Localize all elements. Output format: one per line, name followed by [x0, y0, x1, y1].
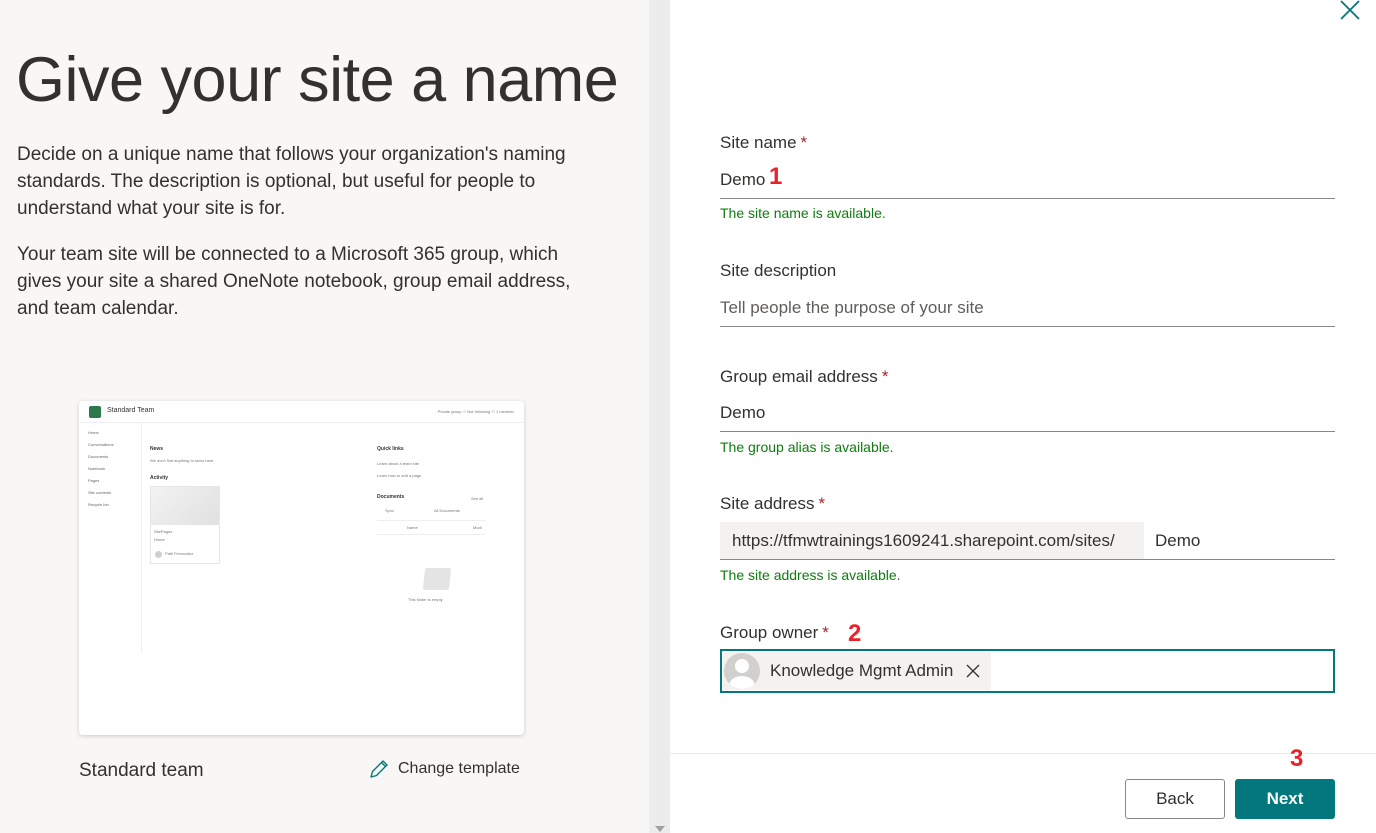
group-email-label: Group email address *	[720, 367, 888, 387]
preview-nav-item: Pages	[88, 478, 100, 483]
preview-news-empty: We don't find anything to show here.	[150, 458, 215, 463]
group-email-label-text: Group email address	[720, 367, 878, 386]
preview-nav-item: Home	[88, 430, 99, 435]
preview-site-logo	[89, 406, 101, 418]
back-button[interactable]: Back	[1125, 779, 1225, 819]
site-address-status: The site address is available.	[720, 567, 901, 583]
preview-nav-item: Conversations	[88, 442, 114, 447]
template-name: Standard team	[79, 760, 204, 781]
preview-empty-folder-text: This folder is empty	[408, 597, 443, 602]
preview-divider	[141, 423, 142, 653]
change-template-label: Change template	[398, 760, 520, 777]
required-asterisk: *	[818, 494, 826, 513]
preview-nav-item: Site contents	[88, 490, 112, 495]
scroll-down-arrow-icon[interactable]	[655, 826, 665, 832]
required-asterisk: *	[822, 623, 829, 642]
change-template-button[interactable]: Change template	[368, 758, 520, 780]
description-paragraph-1: Decide on a unique name that follows you…	[17, 144, 566, 219]
description-paragraph-2: Your team site will be connected to a Mi…	[17, 244, 571, 319]
site-name-label-text: Site name	[720, 133, 797, 152]
site-description-input[interactable]: Tell people the purpose of your site	[720, 289, 1335, 327]
next-button[interactable]: Next	[1235, 779, 1335, 819]
preview-separator	[377, 520, 485, 521]
preview-header-meta: Private group ☆ Not following ⚇ 1 member	[437, 409, 514, 414]
info-panel: Give your site a name Decide on a unique…	[0, 0, 649, 833]
footer-divider	[670, 753, 1376, 754]
site-name-value: Demo	[720, 170, 766, 189]
preview-header: Standard Team Private group ☆ Not follow…	[79, 401, 524, 423]
preview-card-image	[151, 487, 219, 525]
group-owner-picker[interactable]: Knowledge Mgmt Admin	[720, 649, 1335, 693]
site-address-label: Site address *	[720, 494, 825, 514]
site-address-value: Demo	[1155, 531, 1201, 550]
group-owner-label: Group owner *	[720, 623, 829, 643]
preview-col-name: Name	[407, 525, 418, 530]
preview-quick-link: Learn about a team site	[377, 461, 420, 466]
required-asterisk: *	[881, 367, 889, 386]
owner-name: Knowledge Mgmt Admin	[770, 661, 954, 680]
page-title: Give your site a name	[16, 45, 619, 115]
site-address-label-text: Site address	[720, 494, 815, 513]
close-icon[interactable]	[1338, 0, 1362, 22]
preview-nav-item: Recycle bin	[88, 502, 109, 507]
preview-activity-heading: Activity	[150, 475, 169, 481]
site-name-status: The site name is available.	[720, 205, 886, 221]
preview-separator	[377, 534, 485, 535]
site-address-input[interactable]: Demo	[1144, 522, 1335, 560]
site-description-label: Site description	[720, 261, 837, 280]
preview-nav-item: Documents	[88, 454, 109, 459]
preview-nav: Home Conversations Documents Notebook Pa…	[88, 427, 114, 511]
preview-activity-card: SitePages Home Patti Fernandez	[150, 486, 220, 564]
remove-owner-icon[interactable]	[965, 663, 981, 679]
group-owner-label-text: Group owner	[720, 623, 819, 642]
preview-empty-folder-icon	[422, 568, 452, 590]
preview-nav-item: Notebook	[88, 466, 106, 471]
preview-quick-links-heading: Quick links	[377, 446, 404, 452]
preview-person-avatar-icon	[155, 551, 162, 558]
annotation-marker-1: 1	[769, 163, 783, 190]
preview-card-title: SitePages	[154, 529, 173, 534]
preview-col-modified: Modi	[473, 525, 482, 530]
preview-site-title: Standard Team	[107, 407, 155, 414]
group-email-value: Demo	[720, 403, 766, 422]
template-preview: Standard Team Private group ☆ Not follow…	[79, 401, 524, 735]
preview-quick-link: Learn how to add a page	[377, 473, 422, 478]
annotation-marker-2: 2	[848, 620, 862, 647]
person-avatar-icon	[724, 653, 760, 689]
owner-persona-chip: Knowledge Mgmt Admin	[723, 652, 992, 690]
scrollbar[interactable]	[649, 0, 670, 833]
site-name-input[interactable]: Demo	[720, 161, 1335, 199]
preview-news-heading: News	[150, 446, 164, 452]
preview-see-all: See all	[471, 496, 484, 501]
group-email-input[interactable]: Demo	[720, 394, 1335, 432]
required-asterisk: *	[800, 133, 808, 152]
site-description-placeholder: Tell people the purpose of your site	[720, 298, 984, 317]
preview-card-person: Patti Fernandez	[165, 551, 194, 556]
preview-card-sub: Home	[154, 537, 165, 542]
preview-documents-heading: Documents	[377, 494, 405, 500]
annotation-marker-3: 3	[1290, 745, 1304, 772]
site-name-label: Site name *	[720, 133, 807, 153]
group-email-status: The group alias is available.	[720, 439, 894, 455]
preview-sync: Sync	[385, 508, 394, 513]
preview-all-documents: All Documents	[434, 508, 460, 513]
pencil-icon	[370, 760, 388, 778]
site-address-prefix: https://tfmwtrainings1609241.sharepoint.…	[720, 522, 1144, 560]
